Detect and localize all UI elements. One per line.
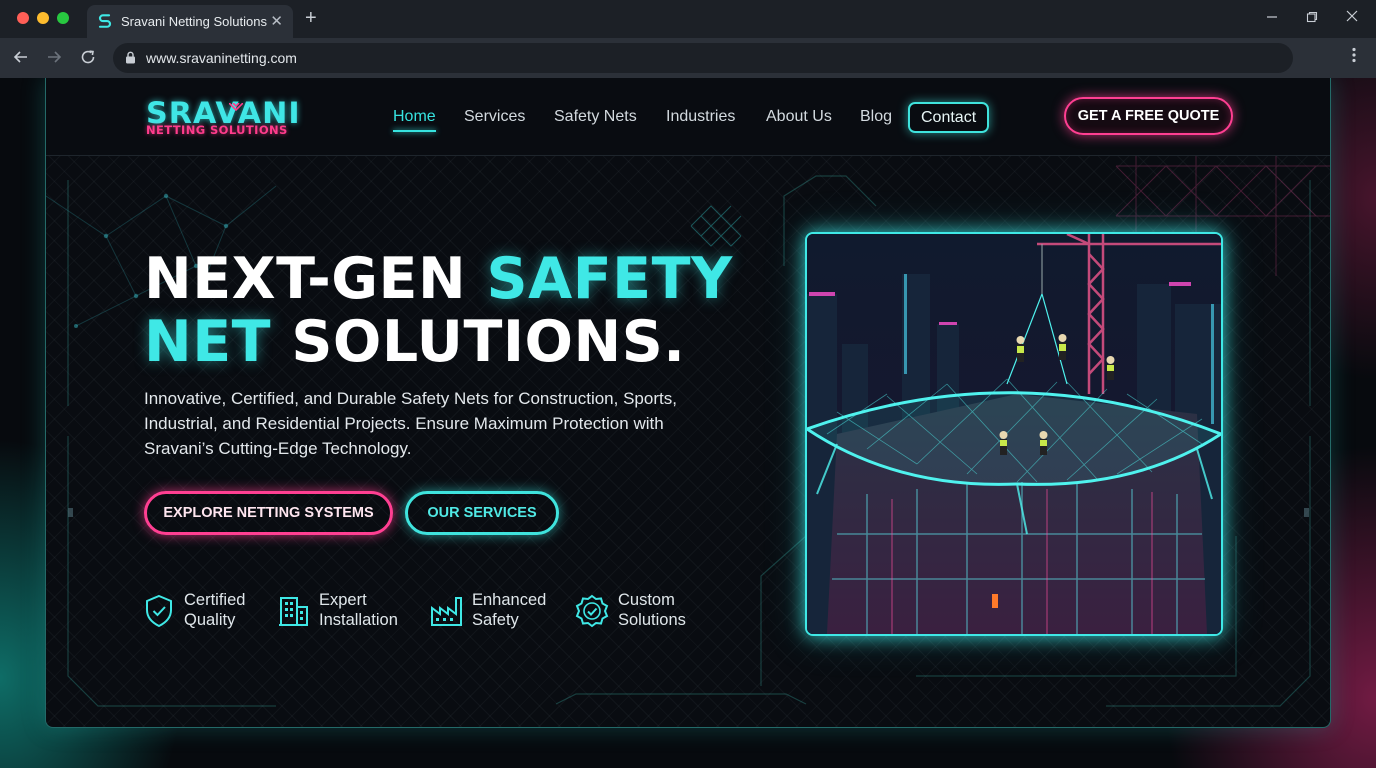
- url-text[interactable]: www.sravaninetting.com: [146, 50, 297, 66]
- hero-title-part4: SOLUTIONS.: [271, 309, 686, 375]
- nav-home[interactable]: Home: [393, 100, 436, 134]
- feature-line1: Expert: [319, 591, 367, 609]
- browser-toolbar: www.sravaninetting.com: [0, 38, 1376, 78]
- feature-enhanced-safety: Enhanced Safety: [430, 590, 560, 634]
- get-free-quote-button[interactable]: GET A FREE QUOTE: [1064, 97, 1233, 135]
- feature-custom-solutions: Custom Solutions: [575, 590, 705, 634]
- nav-services[interactable]: Services: [464, 100, 525, 134]
- feature-line2: Installation: [319, 611, 398, 629]
- close-icon[interactable]: [1346, 9, 1358, 27]
- hero-title-part1: NEXT-GEN: [144, 246, 487, 312]
- restore-icon[interactable]: [1306, 9, 1318, 27]
- feature-line2: Quality: [184, 611, 236, 629]
- arrow-left-icon[interactable]: [11, 48, 31, 68]
- shield-check-icon: [146, 594, 172, 628]
- feature-line1: Custom: [618, 591, 675, 609]
- hero-description: Innovative, Certified, and Durable Safet…: [144, 389, 677, 458]
- reload-icon[interactable]: [78, 48, 98, 68]
- tab-title: Sravani Netting Solutions: [121, 14, 267, 29]
- page-viewport: SRAVANI NETTING SOLUTIONS Home Services …: [0, 78, 1376, 768]
- minimize-icon[interactable]: [1266, 9, 1278, 27]
- zoom-window-dot[interactable]: [57, 12, 69, 24]
- construction-safety-net-illustration: [805, 232, 1223, 636]
- building-icon: [279, 597, 308, 626]
- browser-titlebar: Sravani Netting Solutions ✕ +: [0, 0, 1376, 38]
- feature-expert-installation: Expert Installation: [277, 590, 417, 634]
- nav-industries[interactable]: Industries: [666, 100, 735, 134]
- kebab-menu-icon[interactable]: [1345, 47, 1363, 63]
- explore-netting-systems-button[interactable]: EXPLORE NETTING SYSTEMS: [144, 491, 393, 535]
- feature-line2: Safety: [472, 611, 519, 629]
- address-bar[interactable]: www.sravaninetting.com: [113, 43, 1293, 73]
- hero-title-highlight2: NET: [144, 309, 272, 375]
- nav-safety-nets[interactable]: Safety Nets: [554, 100, 637, 134]
- site-frame: SRAVANI NETTING SOLUTIONS Home Services …: [45, 78, 1331, 728]
- feature-line1: Enhanced: [472, 591, 547, 609]
- minimize-window-dot[interactable]: [37, 12, 49, 24]
- nav-blog[interactable]: Blog: [860, 100, 892, 134]
- arrow-right-icon[interactable]: [44, 48, 64, 68]
- s-logo-icon: [97, 13, 113, 30]
- feature-certified-quality: Certified Quality: [144, 590, 264, 634]
- close-window-dot[interactable]: [17, 12, 29, 24]
- hero-title: NEXT-GEN SAFETY NET SOLUTIONS.: [144, 248, 733, 374]
- plus-icon[interactable]: +: [305, 8, 317, 28]
- nav-contact[interactable]: Contact: [908, 102, 990, 133]
- badge-check-icon: [575, 594, 609, 628]
- site-header: SRAVANI NETTING SOLUTIONS Home Services …: [46, 78, 1330, 156]
- our-services-button[interactable]: OUR SERVICES: [405, 491, 559, 535]
- hero-title-highlight1: SAFETY: [486, 246, 733, 312]
- browser-tab[interactable]: Sravani Netting Solutions ✕: [87, 5, 293, 38]
- nav-about-us[interactable]: About Us: [766, 100, 832, 134]
- feature-line2: Solutions: [618, 611, 686, 629]
- lock-icon[interactable]: [125, 51, 136, 64]
- close-icon[interactable]: ✕: [270, 14, 283, 29]
- factory-icon: [431, 597, 462, 626]
- feature-line1: Certified: [184, 591, 246, 609]
